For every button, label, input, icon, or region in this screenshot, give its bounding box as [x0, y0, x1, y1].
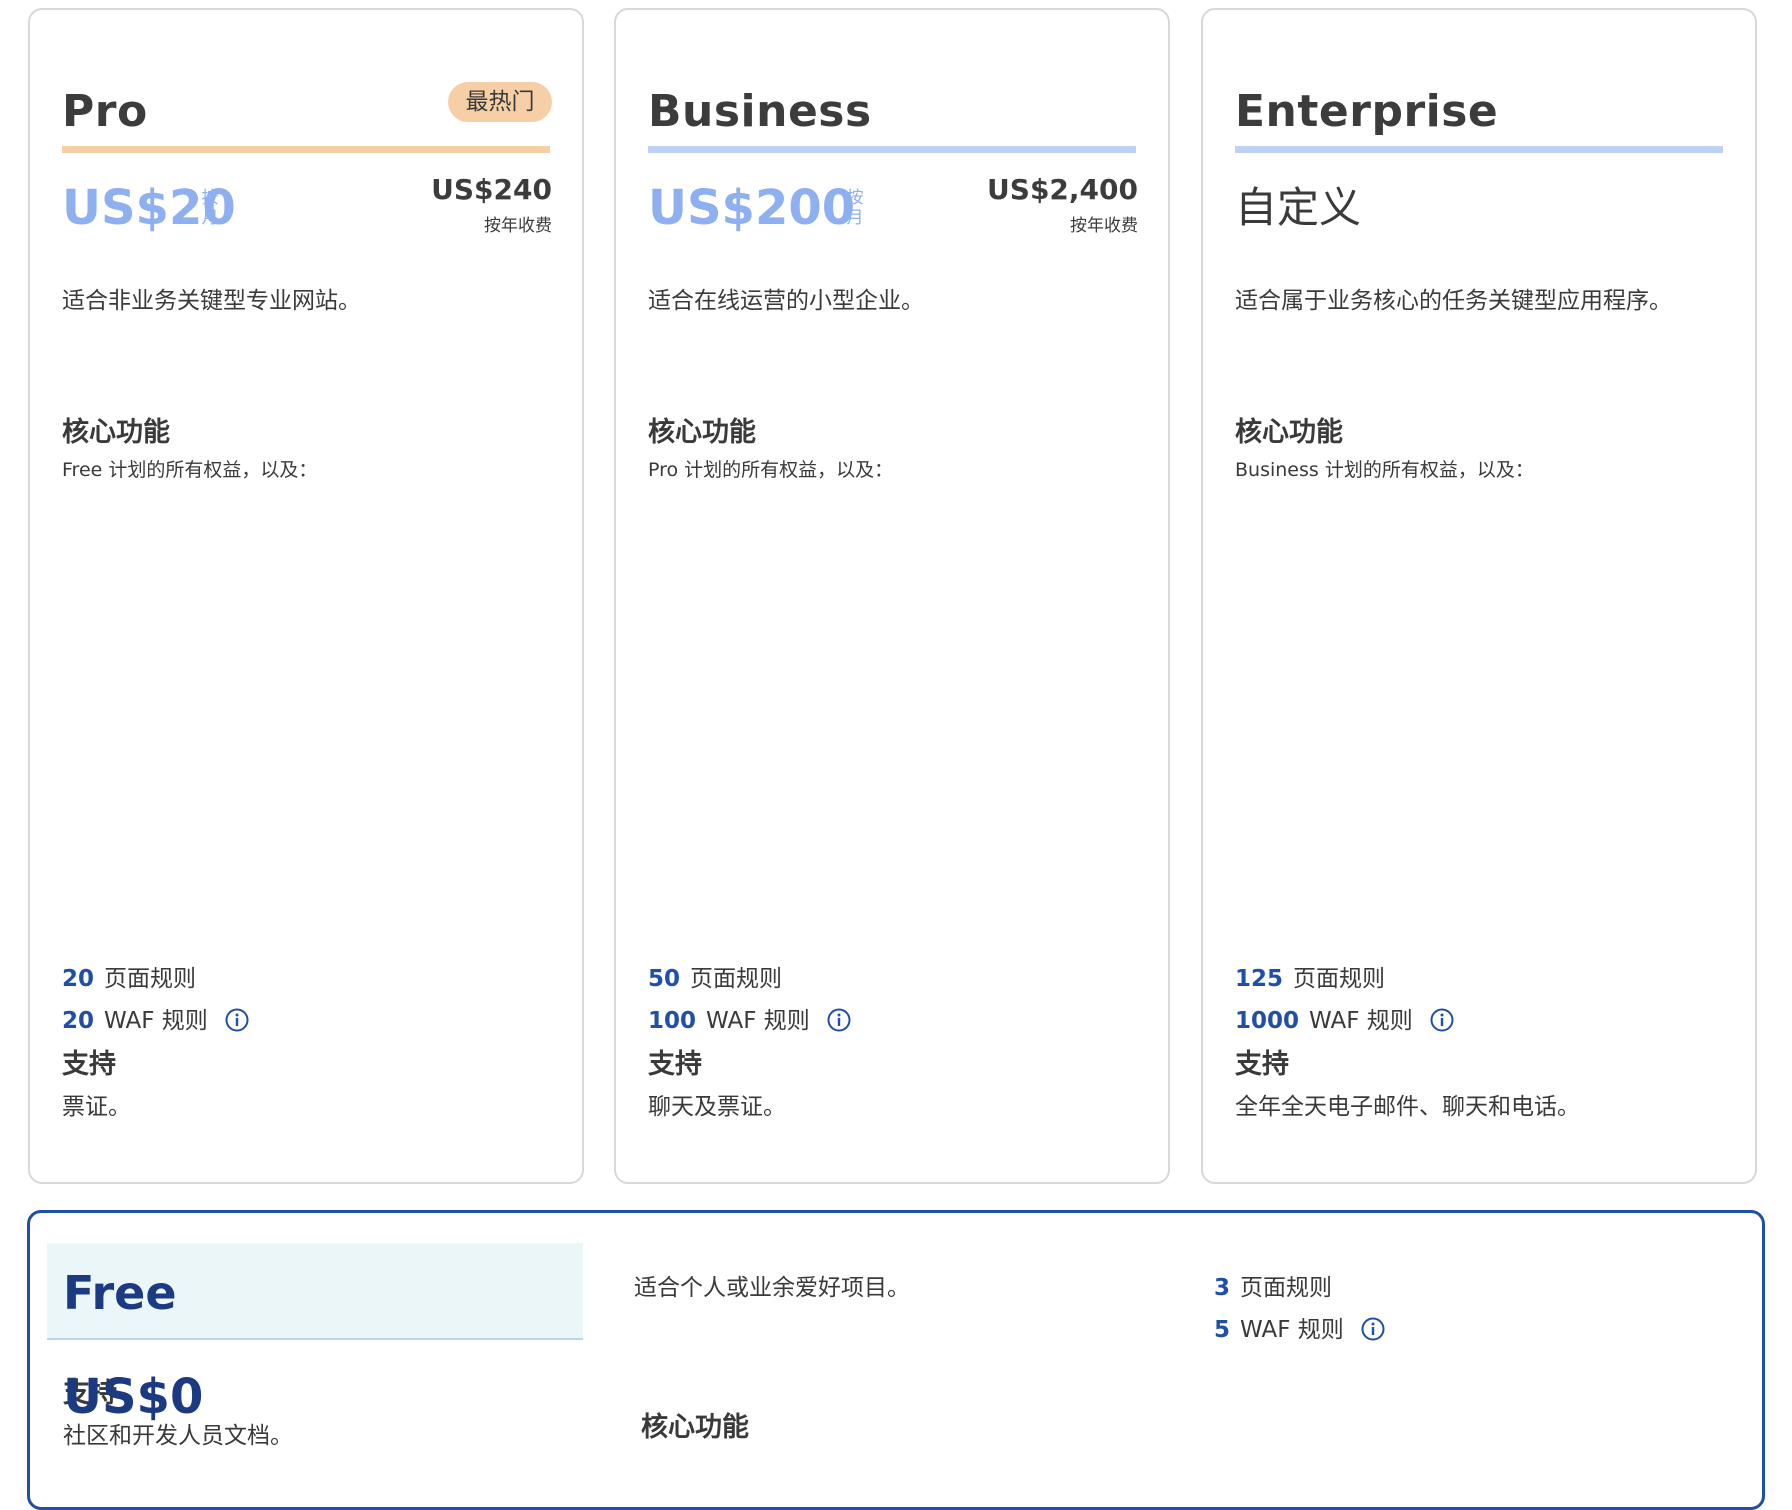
- plan-name: Business: [648, 86, 872, 137]
- plan-divider: [62, 146, 550, 153]
- feature-page-rules: 125 页面规则: [1235, 962, 1385, 996]
- waf-rules-count: 5: [1214, 1317, 1231, 1343]
- annual-price: US$240: [431, 173, 552, 206]
- waf-rules-count: 1000: [1235, 1008, 1300, 1034]
- core-features-subtitle: Free 计划的所有权益，以及：: [62, 459, 318, 481]
- feature-page-rules: 50 页面规则: [648, 962, 782, 996]
- waf-rules-label: WAF 规则: [1240, 1317, 1344, 1343]
- page-rules-count: 3: [1214, 1275, 1231, 1301]
- support-text: 社区和开发人员文档。: [63, 1423, 293, 1449]
- plan-divider: [1235, 146, 1723, 153]
- feature-waf-rules: 1000 WAF 规则: [1235, 1004, 1454, 1038]
- plan-divider: [648, 146, 1136, 153]
- plan-description: 适合非业务关键型专业网站。: [62, 288, 361, 314]
- waf-rules-label: WAF 规则: [1309, 1008, 1413, 1034]
- core-features-title: 核心功能: [62, 417, 170, 448]
- plan-card-pro[interactable]: Pro 最热门 US$20 按月 US$240 按年收费 适合非业务关键型专业网…: [28, 8, 584, 1184]
- feature-waf-rules: 20 WAF 规则: [62, 1004, 249, 1038]
- page-rules-count: 50: [648, 966, 681, 992]
- page-rules-count: 125: [1235, 966, 1284, 992]
- core-features-title: 核心功能: [641, 1412, 749, 1443]
- page-rules-label: 页面规则: [104, 966, 197, 992]
- info-circle-icon[interactable]: [1361, 1317, 1385, 1341]
- page-rules-label: 页面规则: [1240, 1275, 1333, 1301]
- waf-rules-count: 20: [62, 1008, 95, 1034]
- feature-page-rules: 3 页面规则: [1214, 1271, 1332, 1305]
- support-text: 票证。: [62, 1094, 131, 1120]
- page-rules-count: 20: [62, 966, 95, 992]
- page-rules-label: 页面规则: [690, 966, 783, 992]
- custom-price: 自定义: [1235, 183, 1362, 232]
- support-title: 支持: [1235, 1049, 1289, 1080]
- feature-waf-rules: 100 WAF 规则: [648, 1004, 851, 1038]
- core-features-title: 核心功能: [648, 417, 756, 448]
- free-plan-header: Free: [47, 1243, 583, 1340]
- popular-badge: 最热门: [448, 82, 552, 122]
- plan-name: Pro: [62, 86, 148, 137]
- feature-page-rules: 20 页面规则: [62, 962, 196, 996]
- core-features-title: 核心功能: [1235, 417, 1343, 448]
- info-circle-icon[interactable]: [827, 1008, 851, 1032]
- waf-rules-label: WAF 规则: [104, 1008, 208, 1034]
- plan-description: 适合在线运营的小型企业。: [648, 288, 924, 314]
- feature-waf-rules: 5 WAF 规则: [1214, 1313, 1385, 1347]
- annual-price: US$2,400: [987, 173, 1138, 206]
- core-features-subtitle: Pro 计划的所有权益，以及：: [648, 459, 894, 481]
- info-circle-icon[interactable]: [1430, 1008, 1454, 1032]
- plan-card-business[interactable]: Business US$200 按月 US$2,400 按年收费 适合在线运营的…: [614, 8, 1170, 1184]
- info-circle-icon[interactable]: [225, 1008, 249, 1032]
- per-month-label: 按月: [846, 188, 864, 228]
- support-text: 全年全天电子邮件、聊天和电话。: [1235, 1094, 1580, 1120]
- monthly-price: US$200: [648, 180, 856, 236]
- waf-rules-count: 100: [648, 1008, 697, 1034]
- annual-note: 按年收费: [484, 216, 552, 236]
- page-rules-label: 页面规则: [1293, 966, 1386, 992]
- plan-card-enterprise[interactable]: Enterprise 自定义 适合属于业务核心的任务关键型应用程序。 核心功能 …: [1201, 8, 1757, 1184]
- support-title: 支持: [648, 1049, 702, 1080]
- plan-name: Free: [63, 1266, 177, 1320]
- annual-note: 按年收费: [1070, 216, 1138, 236]
- core-features-subtitle: Business 计划的所有权益，以及：: [1235, 459, 1534, 481]
- support-title: 支持: [62, 1049, 116, 1080]
- plan-card-free[interactable]: Free 支持 US$0 社区和开发人员文档。 适合个人或业余爱好项目。 核心功…: [27, 1210, 1765, 1510]
- plan-name: Enterprise: [1235, 86, 1499, 137]
- per-month-label: 按月: [201, 188, 219, 228]
- plan-description: 适合个人或业余爱好项目。: [634, 1275, 910, 1301]
- support-text: 聊天及票证。: [648, 1094, 786, 1120]
- waf-rules-label: WAF 规则: [706, 1008, 810, 1034]
- plan-description: 适合属于业务核心的任务关键型应用程序。: [1235, 288, 1672, 314]
